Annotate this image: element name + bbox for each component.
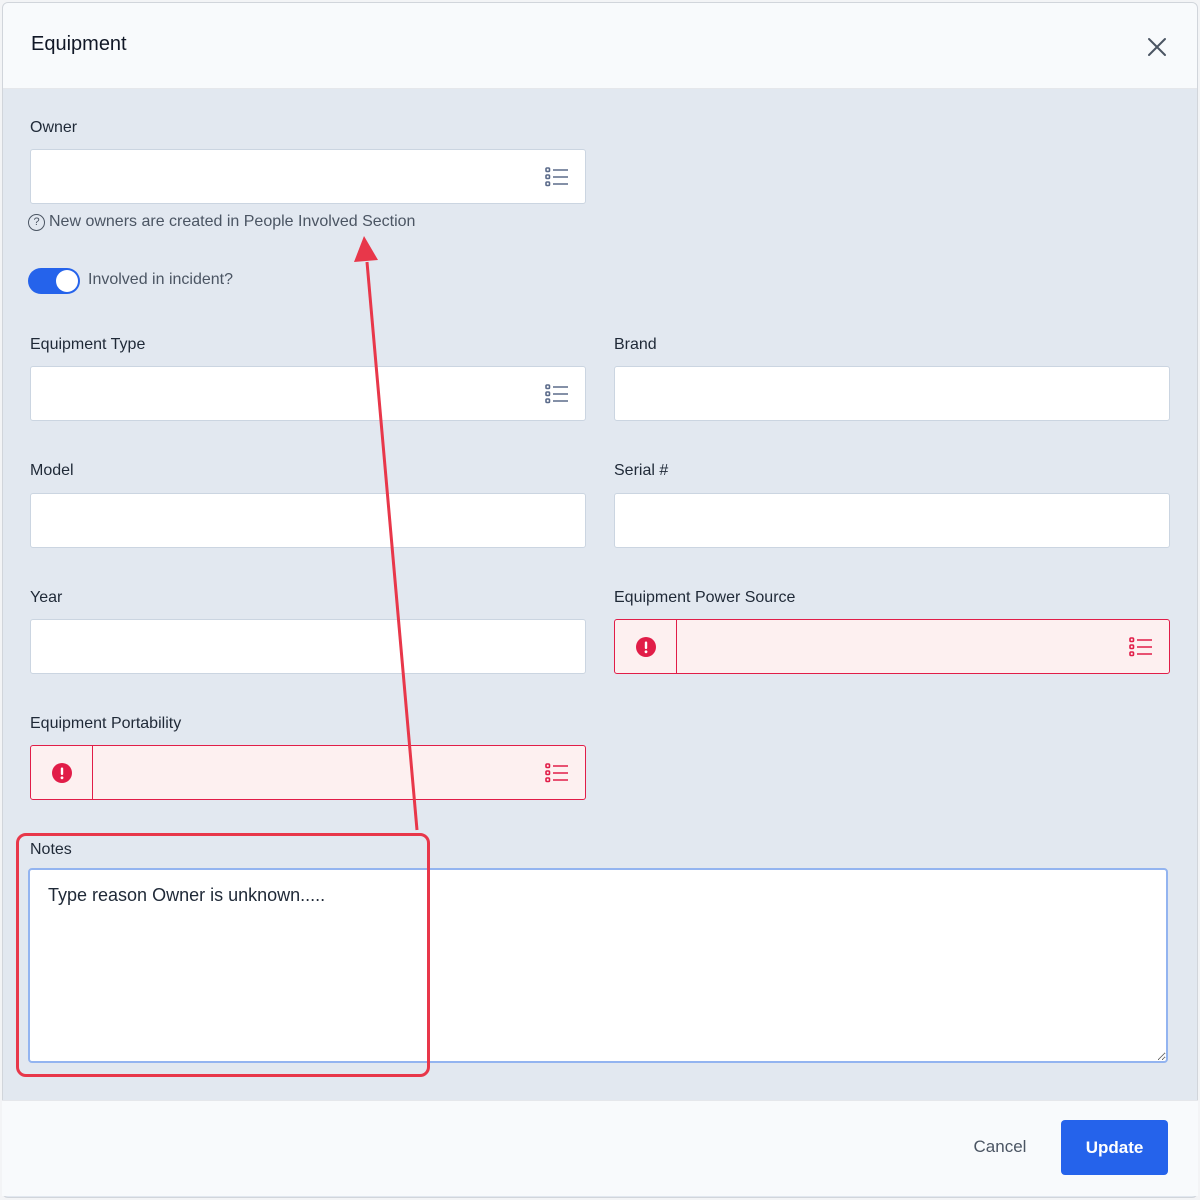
error-icon <box>52 763 72 783</box>
year-field[interactable] <box>30 619 586 674</box>
incident-toggle-label: Involved in incident? <box>88 271 233 288</box>
owner-hint-text: New owners are created in People Involve… <box>49 213 416 230</box>
owner-label: Owner <box>30 119 78 136</box>
update-button[interactable]: Update <box>1061 1120 1168 1175</box>
equipment-type-field[interactable] <box>30 366 586 421</box>
brand-label: Brand <box>614 336 657 353</box>
notes-textarea[interactable]: Type reason Owner is unknown..... <box>28 868 1168 1063</box>
model-label: Model <box>30 462 74 479</box>
owner-hint: ? New owners are created in People Invol… <box>28 213 415 231</box>
notes-label: Notes <box>30 841 72 858</box>
portability-label: Equipment Portability <box>30 715 182 732</box>
help-icon: ? <box>28 213 45 231</box>
modal-title: Equipment <box>31 33 127 55</box>
error-icon <box>636 637 656 657</box>
close-icon[interactable] <box>1143 33 1171 61</box>
list-icon[interactable] <box>545 166 569 188</box>
brand-field[interactable] <box>614 366 1170 421</box>
power-source-label: Equipment Power Source <box>614 589 796 606</box>
owner-field[interactable] <box>30 149 586 204</box>
modal-header: Equipment <box>3 3 1197 89</box>
cancel-button[interactable]: Cancel <box>950 1124 1050 1170</box>
year-label: Year <box>30 589 63 606</box>
model-field[interactable] <box>30 493 586 548</box>
serial-label: Serial # <box>614 462 669 479</box>
error-cell <box>31 746 93 799</box>
error-cell <box>615 620 677 673</box>
list-icon[interactable] <box>545 383 569 405</box>
toggle-knob <box>56 270 78 292</box>
incident-toggle[interactable] <box>28 268 80 294</box>
list-icon[interactable] <box>1129 636 1153 658</box>
portability-field[interactable] <box>30 745 586 800</box>
equipment-type-label: Equipment Type <box>30 336 146 353</box>
serial-field[interactable] <box>614 493 1170 548</box>
list-icon[interactable] <box>545 762 569 784</box>
power-source-field[interactable] <box>614 619 1170 674</box>
